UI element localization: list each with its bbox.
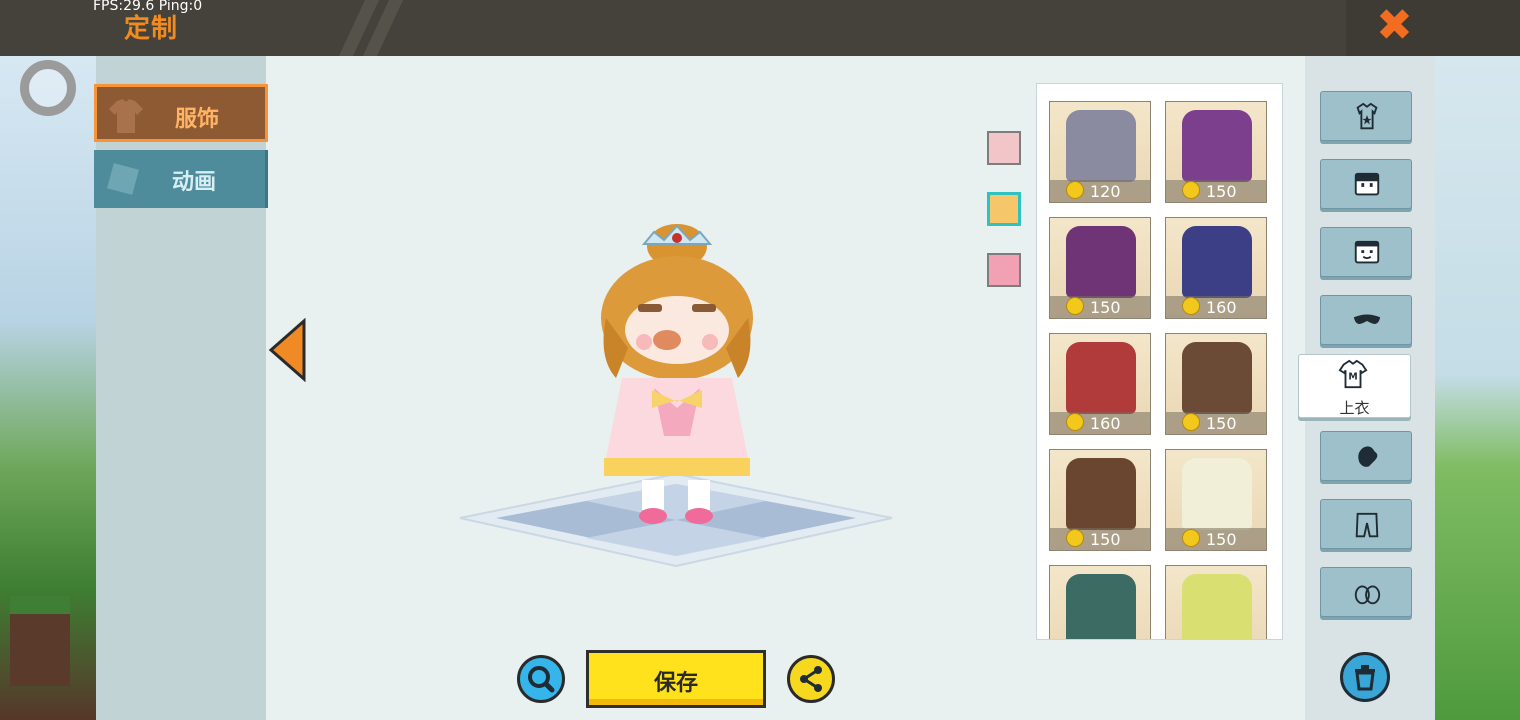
color-swatch-yellow[interactable]: [987, 192, 1021, 226]
outfit-thumbnail: [1182, 110, 1252, 182]
item-price: 150: [1206, 530, 1237, 549]
fps-readout: FPS:29.6 Ping:0: [93, 0, 203, 14]
item-price: 160: [1090, 414, 1121, 433]
face-icon: [1354, 172, 1380, 196]
category-top-shirt-button[interactable]: M 上衣: [1298, 354, 1411, 418]
tab-animation-label: 动画: [172, 170, 217, 195]
mask-icon: [1353, 314, 1381, 324]
record-icon[interactable]: [20, 60, 76, 116]
outfit-thumbnail: [1066, 458, 1136, 530]
category-pants-button[interactable]: [1320, 499, 1412, 549]
save-button[interactable]: 保存: [586, 650, 766, 708]
close-button[interactable]: ✖: [1346, 0, 1520, 56]
outfit-item-card[interactable]: 150: [1165, 449, 1267, 551]
share-button[interactable]: [787, 655, 835, 703]
background-scenery-left: [0, 56, 96, 720]
category-gloves-button[interactable]: [1320, 431, 1412, 481]
expression-icon: [1354, 240, 1380, 264]
item-price: 120: [1090, 182, 1121, 201]
save-button-label: 保存: [653, 671, 698, 696]
outfit-item-card[interactable]: 160: [1049, 333, 1151, 435]
category-expression-button[interactable]: [1320, 227, 1412, 277]
coin-icon: [1182, 413, 1200, 431]
coin-icon: [1066, 181, 1084, 199]
top-bar: 定制 FPS:29.6 Ping:0 ✖: [0, 0, 1520, 56]
item-price: 150: [1206, 414, 1237, 433]
tab-animation[interactable]: 动画: [94, 150, 268, 208]
share-icon: [800, 666, 822, 692]
pants-icon: [1355, 512, 1379, 538]
outfit-item-card[interactable]: 160: [1165, 217, 1267, 319]
grass-block: [10, 596, 70, 686]
outfit-item-card[interactable]: 150: [1049, 217, 1151, 319]
outfit-item-card[interactable]: [1165, 565, 1267, 639]
outfit-thumbnail: [1066, 574, 1136, 639]
outfit-item-card[interactable]: 150: [1165, 333, 1267, 435]
category-face-button[interactable]: [1320, 159, 1412, 209]
category-label: 上衣: [1339, 399, 1370, 417]
rotate-left-arrow-icon[interactable]: [268, 318, 308, 382]
coin-icon: [1182, 529, 1200, 547]
character-avatar[interactable]: [592, 218, 762, 530]
outfit-icon: [1356, 102, 1378, 130]
zoom-button[interactable]: [517, 655, 565, 703]
item-grid: 120 150 150 160 160 150 150 150: [1036, 83, 1283, 640]
outfit-thumbnail: [1066, 342, 1136, 414]
outfit-item-card[interactable]: 150: [1049, 449, 1151, 551]
svg-text:M: M: [1348, 372, 1357, 383]
magnifier-icon: [528, 666, 555, 693]
item-price: 150: [1090, 530, 1121, 549]
outfit-item-card[interactable]: 120: [1049, 101, 1151, 203]
coin-icon: [1066, 413, 1084, 431]
outfit-item-card[interactable]: 150: [1165, 101, 1267, 203]
delete-button[interactable]: [1340, 652, 1390, 702]
category-shoes-button[interactable]: [1320, 567, 1412, 617]
item-price: 150: [1090, 298, 1121, 317]
top-shirt-icon: M: [1338, 359, 1368, 389]
coin-icon: [1066, 297, 1084, 315]
shoes-icon: [1354, 585, 1381, 605]
item-price: 150: [1206, 182, 1237, 201]
tab-clothing[interactable]: 服饰: [94, 84, 268, 142]
tab-clothing-label: 服饰: [175, 107, 220, 132]
coin-icon: [1182, 297, 1200, 315]
item-price: 160: [1206, 298, 1237, 317]
outfit-thumbnail: [1182, 342, 1252, 414]
shirt-icon: [109, 99, 143, 133]
category-outfit-button[interactable]: [1320, 91, 1412, 141]
coin-icon: [1066, 529, 1084, 547]
outfit-thumbnail: [1066, 226, 1136, 298]
animation-icon: [107, 163, 139, 195]
outfit-thumbnail: [1182, 458, 1252, 530]
category-mask-button[interactable]: [1320, 295, 1412, 345]
outfit-thumbnail: [1066, 110, 1136, 182]
coin-icon: [1182, 181, 1200, 199]
close-x-icon: ✖: [1376, 0, 1413, 51]
outfit-thumbnail: [1182, 226, 1252, 298]
trash-icon: [1355, 665, 1375, 691]
color-swatch-pink-light[interactable]: [987, 131, 1021, 165]
background-scenery-right: [1434, 56, 1520, 720]
color-swatch-pink[interactable]: [987, 253, 1021, 287]
outfit-thumbnail: [1182, 574, 1252, 639]
outfit-item-card[interactable]: [1049, 565, 1151, 639]
gloves-icon: [1358, 446, 1378, 467]
